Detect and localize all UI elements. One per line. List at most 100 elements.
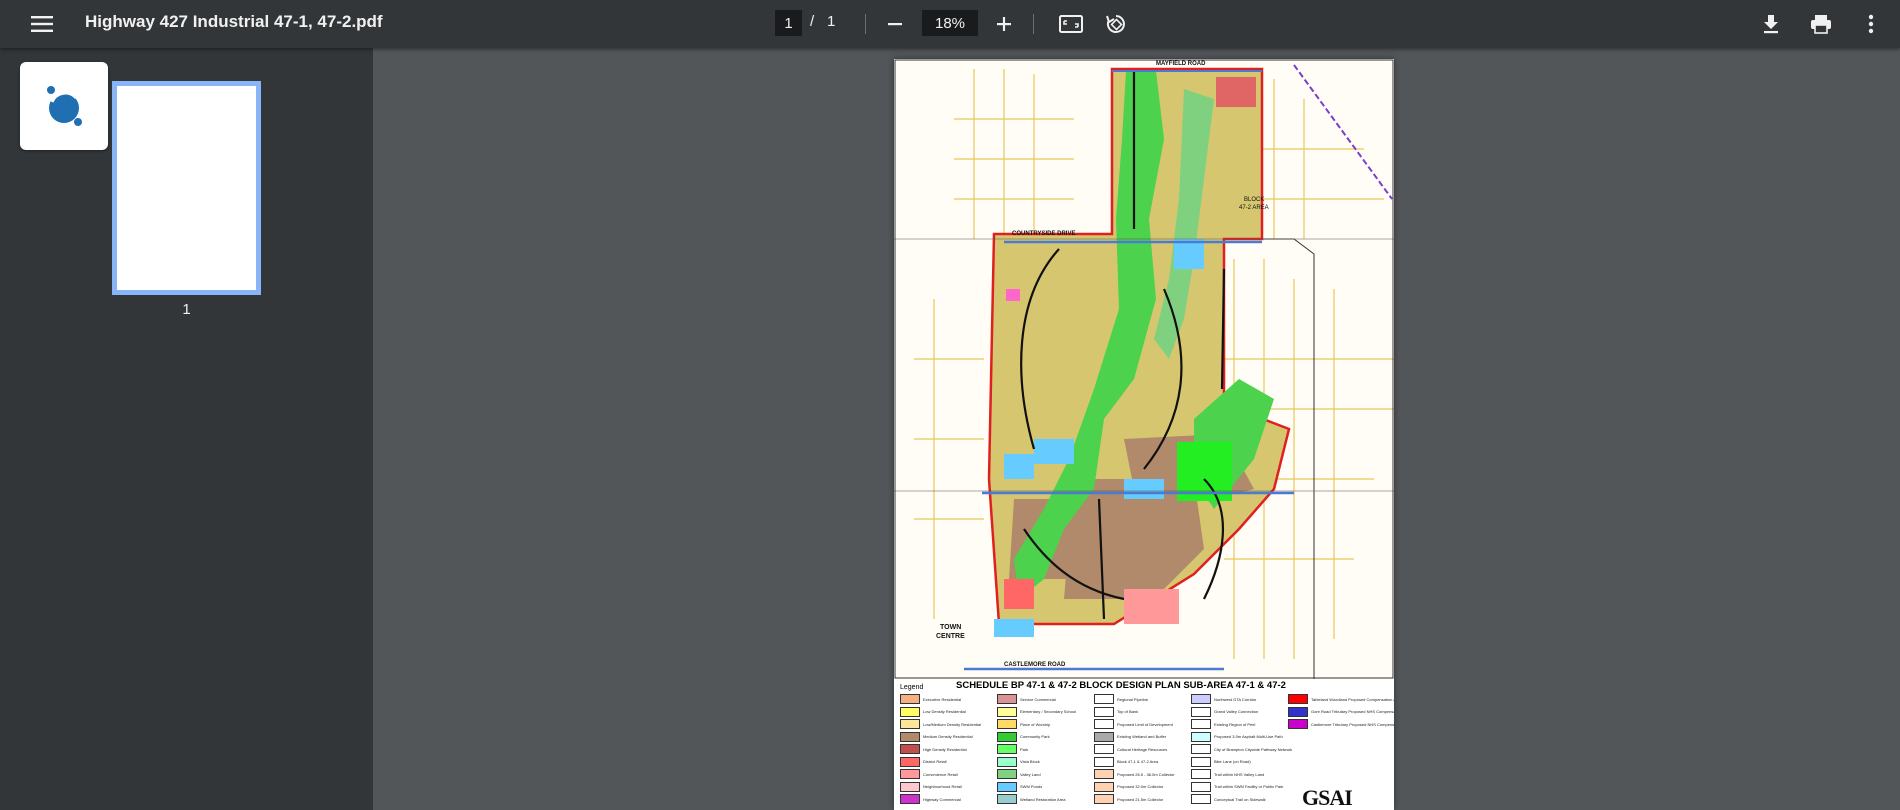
legend-item: Block 47-1 & 47-2 Area	[1094, 756, 1158, 767]
legend-item: Proposed 26.5 - 36.0m Collector	[1094, 769, 1175, 779]
page-number-input[interactable]: 1	[775, 10, 802, 36]
legend-swatch	[900, 744, 920, 754]
app-logo	[20, 62, 108, 150]
legend-item: Low/Medium Density Residential	[900, 719, 981, 729]
zoom-in-button[interactable]	[988, 8, 1020, 40]
legend-label: Highway Commercial	[923, 796, 961, 802]
legend-item: Conceptual Trail on Sidewalk	[1191, 794, 1266, 804]
legend-swatch	[1094, 706, 1114, 717]
legend-label: Northwest GTA Corridor	[1214, 696, 1257, 702]
legend-label: Park	[1020, 746, 1029, 752]
legend-swatch	[1191, 719, 1211, 729]
print-button[interactable]	[1805, 8, 1837, 40]
legend-item: Bike Lane (on Road)	[1191, 756, 1251, 767]
town-centre-label: TOWN	[940, 624, 962, 631]
legend-swatch	[900, 794, 920, 804]
legend-item: Highway Commercial	[900, 794, 961, 804]
legend-swatch	[997, 794, 1017, 804]
legend-label: Tableland Woodland Proposed Compensation…	[1311, 696, 1394, 702]
more-actions-button[interactable]	[1855, 8, 1887, 40]
download-button[interactable]	[1755, 8, 1787, 40]
legend-swatch	[1094, 794, 1114, 804]
legend-label: Community Park	[1020, 734, 1050, 739]
toolbar-divider	[1033, 14, 1034, 34]
legend-item: Northwest GTA Corridor	[1191, 694, 1256, 704]
legend-swatch	[997, 719, 1017, 729]
legend-swatch	[997, 706, 1017, 717]
legend-item: Proposed 32.0m Collector	[1094, 781, 1163, 792]
legend-swatch	[1094, 756, 1114, 767]
legend-label: Low/Medium Density Residential	[923, 721, 982, 727]
zoom-out-button[interactable]	[879, 8, 911, 40]
legend-item: Regional Pipeline	[1094, 694, 1148, 704]
legend-label: Convenience Retail	[923, 771, 958, 777]
legend-label: Top of Bank	[1117, 709, 1139, 714]
legend-item: Castlemore Tributary Proposed NHS Compen…	[1288, 719, 1394, 729]
legend-item: Cultural Heritage Resources	[1094, 744, 1167, 754]
legend-item: City of Brampton Citywide Pathway Networ…	[1191, 744, 1292, 754]
legend-item: Gore Road Tributary Proposed NHS Compens…	[1288, 706, 1394, 717]
legend-swatch	[997, 744, 1017, 754]
page-thumbnail[interactable]	[112, 81, 261, 295]
page-total: 1	[827, 13, 836, 30]
legend-swatch	[997, 694, 1017, 704]
legend-label: Neighbourhood Retail	[923, 784, 962, 789]
legend-item: Place of Worship	[997, 719, 1050, 729]
block-plan-map	[894, 59, 1394, 679]
legend-swatch	[1094, 769, 1114, 779]
legend-swatch	[900, 694, 920, 704]
legend-item: Trail within SWM Facility or Public Park	[1191, 781, 1283, 792]
fit-to-page-button[interactable]	[1055, 8, 1087, 40]
legend-swatch	[1094, 719, 1114, 729]
rotate-button[interactable]	[1100, 8, 1132, 40]
legend-label: Service Commercial	[1020, 696, 1056, 702]
legend-swatch	[900, 781, 920, 792]
plus-icon	[997, 17, 1011, 31]
page-separator: /	[810, 13, 815, 30]
zoom-level-input[interactable]: 18%	[922, 10, 978, 36]
toolbar-divider	[865, 14, 866, 34]
legend-label: Gore Road Tributary Proposed NHS Compens…	[1311, 709, 1394, 714]
legend-swatch	[1094, 744, 1114, 754]
legend-label: Castlemore Tributary Proposed NHS Compen…	[1311, 721, 1394, 727]
legend-swatch	[900, 706, 920, 717]
road-label-countryside: COUNTRYSIDE DRIVE	[1012, 231, 1076, 237]
legend-swatch	[997, 781, 1017, 792]
legend-item: Park	[997, 744, 1028, 754]
legend-label: Cultural Heritage Resources	[1117, 746, 1168, 752]
download-icon	[1764, 15, 1778, 34]
legend-item: Community Park	[997, 731, 1050, 742]
pdf-toolbar: Highway 427 Industrial 47-1, 47-2.pdf 1 …	[0, 0, 1900, 48]
legend-swatch	[1191, 769, 1211, 779]
road-label-mayfield: MAYFIELD ROAD	[1156, 61, 1206, 67]
legend-item: Grand Valley Connection	[1191, 706, 1258, 717]
legend-item: Proposed 3.0m Asphalt Multi-Use Path	[1191, 731, 1283, 742]
legend-label: Wetland Restoration Area	[1020, 796, 1066, 802]
legend-swatch	[1094, 694, 1114, 704]
legend-label: Proposed 3.0m Asphalt Multi-Use Path	[1214, 734, 1283, 739]
legend-swatch	[900, 731, 920, 742]
legend-label: Elementary / Secondary School	[1020, 709, 1077, 714]
legend-swatch	[1191, 731, 1211, 742]
legend-swatch	[1191, 744, 1211, 754]
legend-swatch	[997, 756, 1017, 767]
legend-swatch	[1094, 781, 1114, 792]
menu-button[interactable]	[24, 8, 60, 40]
legend-swatch	[900, 756, 920, 767]
legend-swatch	[1288, 694, 1308, 704]
block-area-label: BLOCK	[1244, 197, 1265, 203]
menu-icon	[31, 16, 53, 32]
legend-swatch	[1191, 756, 1211, 767]
legend-item: District Retail	[900, 756, 947, 767]
legend-swatch	[900, 719, 920, 729]
legend-swatch	[1288, 719, 1308, 729]
more-vert-icon	[1868, 14, 1874, 34]
schedule-title: SCHEDULE BP 47-1 & 47-2 BLOCK DESIGN PLA…	[956, 680, 1286, 691]
pdf-page: MAYFIELD ROAD COUNTRYSIDE DRIVE CASTLEMO…	[894, 59, 1394, 810]
legend-label: Proposed 26.5 - 36.0m Collector	[1117, 771, 1175, 777]
legend-swatch	[1191, 706, 1211, 717]
legend-item: Medium Density Residential	[900, 731, 973, 742]
legend-label: Place of Worship	[1020, 721, 1051, 727]
legend-label: High Density Residential	[923, 746, 967, 752]
legend-label: Vista Block	[1020, 759, 1040, 764]
